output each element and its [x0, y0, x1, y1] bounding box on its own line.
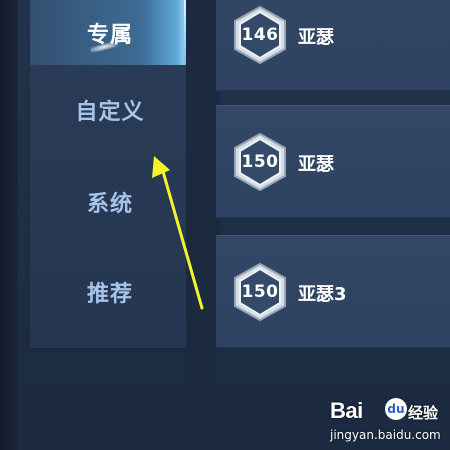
build-name: 亚瑟: [298, 154, 334, 175]
tab-system-label: 系统: [86, 192, 133, 217]
watermark-url: jingyan.baidu.com: [330, 428, 441, 442]
score-value: 150: [241, 152, 279, 172]
score-value: 150: [241, 282, 279, 302]
build-name: 亚瑟: [298, 27, 334, 48]
baidu-jingyan-watermark: Bai du 经验 jingyan.baidu.com: [330, 398, 450, 450]
annotation-arrow-icon: [152, 156, 204, 310]
tab-exclusive[interactable]: 专属: [30, 0, 190, 65]
score-hex-badge: 150: [230, 132, 290, 192]
tab-custom-label: 自定义: [75, 100, 145, 125]
build-card[interactable]: 146 亚瑟: [216, 0, 450, 91]
tab-custom[interactable]: 自定义: [30, 80, 190, 140]
build-card[interactable]: 150 亚瑟3: [216, 235, 450, 348]
game-screen: 专属 自定义 系统 推荐 146 亚瑟 150 亚瑟 150 亚瑟3 Bai d…: [0, 0, 450, 450]
score-value: 146: [241, 25, 279, 45]
left-edge-panel: [0, 0, 18, 450]
build-name: 亚瑟3: [298, 284, 347, 305]
watermark-logo: Bai: [330, 398, 363, 423]
watermark-brand: 经验: [408, 404, 439, 422]
build-card[interactable]: 150 亚瑟: [216, 105, 450, 218]
score-hex-badge: 146: [230, 5, 290, 65]
tab-recommended-label: 推荐: [86, 282, 133, 307]
paw-icon: du: [385, 398, 407, 420]
score-hex-badge: 150: [230, 262, 290, 322]
